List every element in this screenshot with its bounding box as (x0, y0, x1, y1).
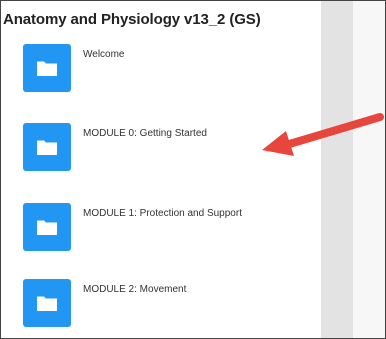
list-item-module-2[interactable]: MODULE 2: Movement (23, 279, 313, 331)
list-item-welcome[interactable]: Welcome (23, 44, 313, 96)
folder-icon (23, 123, 71, 171)
folder-icon (23, 279, 71, 327)
list-item-label: MODULE 1: Protection and Support (83, 208, 242, 219)
list-item-label: MODULE 2: Movement (83, 284, 187, 295)
scroll-track[interactable] (321, 1, 353, 338)
folder-icon (23, 44, 71, 92)
course-title: Anatomy and Physiology v13_2 (GS) (3, 11, 261, 28)
folder-icon (23, 203, 71, 251)
folder-glyph (37, 61, 57, 76)
background-strip (353, 1, 385, 338)
course-content-panel: Anatomy and Physiology v13_2 (GS) Welcom… (1, 1, 321, 338)
annotation-arrow-icon (262, 113, 384, 156)
list-item-label: Welcome (83, 49, 125, 60)
folder-glyph (37, 220, 57, 235)
folder-glyph (37, 140, 57, 155)
screenshot-frame: Anatomy and Physiology v13_2 (GS) Welcom… (0, 0, 386, 339)
folder-glyph (37, 296, 57, 311)
list-item-module-1[interactable]: MODULE 1: Protection and Support (23, 203, 313, 255)
